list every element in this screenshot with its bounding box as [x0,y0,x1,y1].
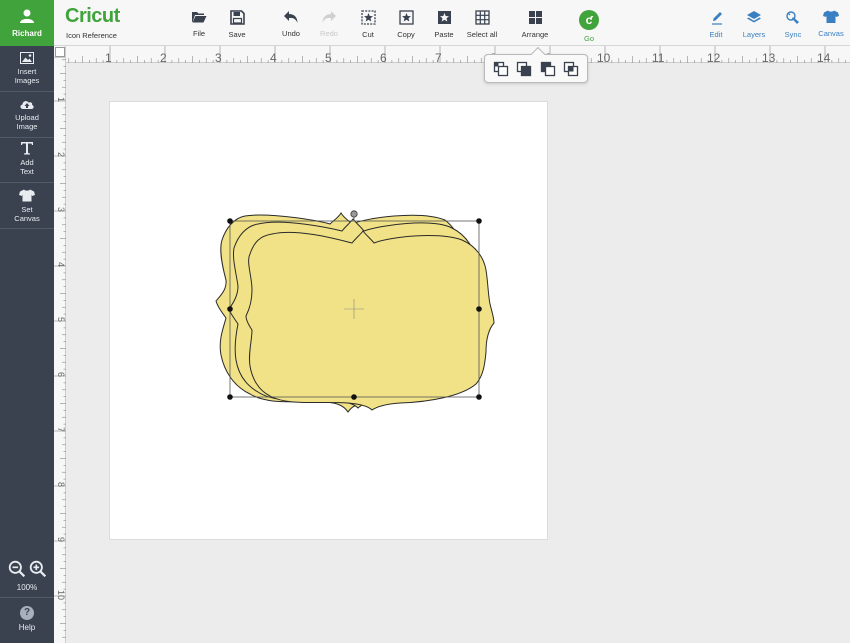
arrange-popover [484,46,588,83]
bring-to-front-icon[interactable] [563,61,579,77]
send-to-back-icon[interactable] [493,61,509,77]
rotate-handle[interactable] [350,210,358,218]
shape-layer [0,0,850,643]
bracket-frame-shape[interactable] [245,230,495,411]
bring-forward-icon[interactable] [540,61,556,77]
send-backward-icon[interactable] [516,61,532,77]
